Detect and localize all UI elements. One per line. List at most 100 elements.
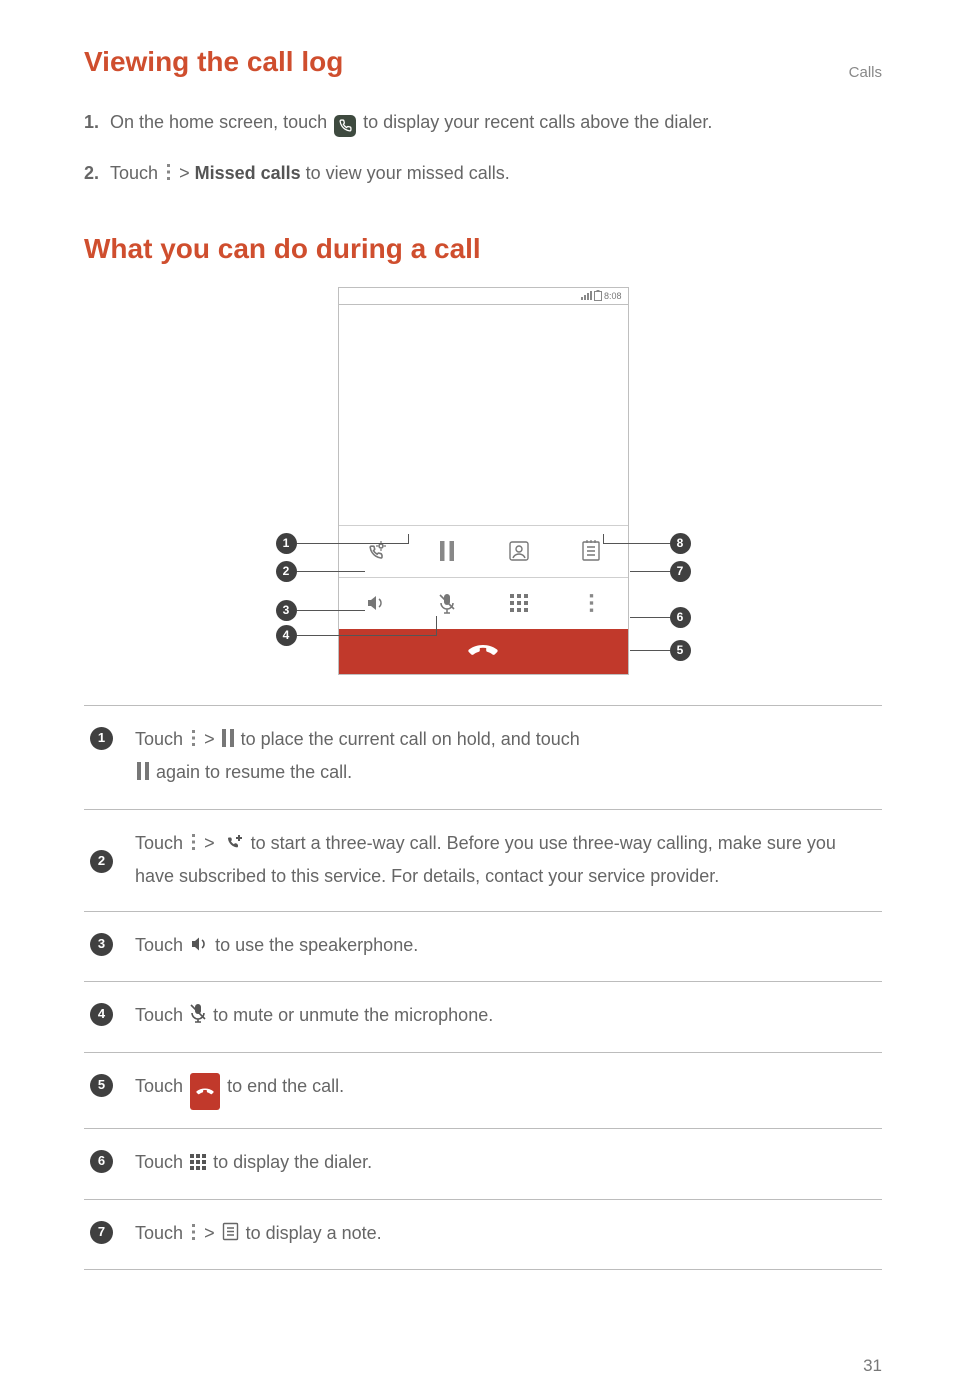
status-bar: 8:08	[339, 288, 628, 305]
callout-line-4v	[436, 616, 437, 636]
callout-badge-2: 2	[276, 561, 297, 582]
battery-icon	[594, 290, 602, 301]
control-row-2	[339, 577, 628, 629]
item-1-text: Touch > to place the current call on hol…	[135, 724, 876, 791]
contacts-button[interactable]	[483, 525, 555, 577]
step-2-body: Touch > Missed calls to view your missed…	[110, 157, 882, 192]
step-1-body: On the home screen, touch to display you…	[110, 106, 882, 139]
item-1-badge: 1	[90, 727, 113, 750]
item-5-text-b: to end the call.	[227, 1076, 344, 1096]
step-1-text-b: to display your recent calls above the d…	[363, 112, 712, 132]
callout-line-6	[630, 617, 670, 618]
callout-line-4	[297, 635, 437, 636]
item-1-text-c: to place the current call on hold, and t…	[241, 729, 580, 749]
add-call-button[interactable]	[339, 525, 411, 577]
item-5-text: Touch to end the call.	[135, 1071, 876, 1111]
item-1-text-a: Touch	[135, 729, 188, 749]
step-1-number: 1.	[84, 106, 104, 139]
pause-icon	[222, 726, 234, 758]
phone-frame: 8:08	[338, 287, 629, 675]
callout-descriptions: 1 Touch > to place the current call on h…	[84, 705, 882, 1271]
overflow-menu-icon	[190, 726, 197, 758]
item-2-text-a: Touch	[135, 833, 188, 853]
item-4: 4 Touch to mute or unmute the microphone…	[84, 982, 882, 1053]
phone-mockup: 8:08	[84, 287, 882, 675]
item-7: 7 Touch > to display a note.	[84, 1200, 882, 1271]
callout-badge-5: 5	[670, 640, 691, 661]
callout-line-1v	[408, 534, 409, 544]
item-4-badge: 4	[90, 1003, 113, 1026]
callout-badge-3: 3	[276, 600, 297, 621]
callout-badge-6: 6	[670, 607, 691, 628]
item-1: 1 Touch > to place the current call on h…	[84, 706, 882, 810]
item-7-text-b: >	[204, 1223, 220, 1243]
step-2-text-d: to view your missed calls.	[306, 163, 510, 183]
page-number: 31	[863, 1356, 882, 1376]
notes-button[interactable]	[555, 525, 627, 577]
row-overflow-button[interactable]	[555, 577, 627, 629]
callout-line-5	[630, 650, 670, 651]
callout-line-7	[630, 571, 670, 572]
item-1-text-b: >	[204, 729, 220, 749]
dialpad-icon	[190, 1149, 206, 1181]
step-1-text-a: On the home screen, touch	[110, 112, 332, 132]
item-4-text-a: Touch	[135, 1005, 188, 1025]
item-3-text: Touch to use the speakerphone.	[135, 930, 876, 964]
step-2-text-b: >	[179, 163, 195, 183]
item-7-text-c: to display a note.	[246, 1223, 382, 1243]
callout-line-8v	[603, 534, 604, 544]
dialpad-button[interactable]	[483, 577, 555, 629]
step-2-missed-calls-label: Missed calls	[195, 163, 301, 183]
overflow-menu-icon	[190, 1220, 197, 1252]
call-screen-blank	[339, 305, 628, 525]
heading-viewing-call-log: Viewing the call log	[84, 46, 882, 78]
item-5: 5 Touch to end the call.	[84, 1053, 882, 1130]
item-4-text: Touch to mute or unmute the microphone.	[135, 1000, 876, 1034]
callout-badge-7: 7	[670, 561, 691, 582]
callout-badge-8: 8	[670, 533, 691, 554]
step-1: 1. On the home screen, touch to display …	[84, 106, 882, 139]
mute-icon	[190, 1002, 206, 1034]
callout-line-2	[297, 571, 365, 572]
step-2-number: 2.	[84, 157, 104, 192]
mute-button[interactable]	[411, 577, 483, 629]
control-row-1	[339, 525, 628, 577]
signal-icon	[581, 291, 592, 300]
section-label: Calls	[849, 64, 882, 81]
item-3-text-b: to use the speakerphone.	[215, 935, 418, 955]
item-6-text: Touch to display the dialer.	[135, 1147, 876, 1181]
item-6: 6 Touch to display the dialer.	[84, 1129, 882, 1200]
add-call-icon	[222, 830, 244, 862]
hold-button[interactable]	[411, 525, 483, 577]
item-2: 2 Touch > to start a three-way call. Bef…	[84, 810, 882, 912]
step-2: 2. Touch > Missed calls to view your mis…	[84, 157, 882, 192]
item-4-text-b: to mute or unmute the microphone.	[213, 1005, 493, 1025]
heading-during-call: What you can do during a call	[84, 233, 882, 265]
item-3-text-a: Touch	[135, 935, 188, 955]
callout-badge-1: 1	[276, 533, 297, 554]
callout-line-3	[297, 610, 365, 611]
step-2-text-a: Touch	[110, 163, 163, 183]
overflow-menu-icon	[190, 830, 197, 862]
item-1-text-d: again to resume the call.	[156, 762, 352, 782]
item-3-badge: 3	[90, 933, 113, 956]
callout-badge-4: 4	[276, 625, 297, 646]
pause-icon	[137, 759, 149, 791]
callout-line-1	[297, 543, 409, 544]
item-7-text: Touch > to display a note.	[135, 1218, 876, 1252]
speaker-icon	[190, 932, 208, 964]
overflow-menu-icon	[165, 159, 172, 192]
item-7-badge: 7	[90, 1221, 113, 1244]
item-5-text-a: Touch	[135, 1076, 188, 1096]
item-6-badge: 6	[90, 1150, 113, 1173]
speaker-button[interactable]	[339, 577, 411, 629]
item-3: 3 Touch to use the speakerphone.	[84, 912, 882, 983]
item-5-badge: 5	[90, 1074, 113, 1097]
note-icon	[222, 1220, 239, 1252]
item-6-text-a: Touch	[135, 1152, 188, 1172]
item-6-text-b: to display the dialer.	[213, 1152, 372, 1172]
item-7-text-a: Touch	[135, 1223, 188, 1243]
item-2-badge: 2	[90, 850, 113, 873]
status-time: 8:08	[604, 291, 622, 301]
item-2-text: Touch > to start a three-way call. Befor…	[135, 828, 876, 893]
